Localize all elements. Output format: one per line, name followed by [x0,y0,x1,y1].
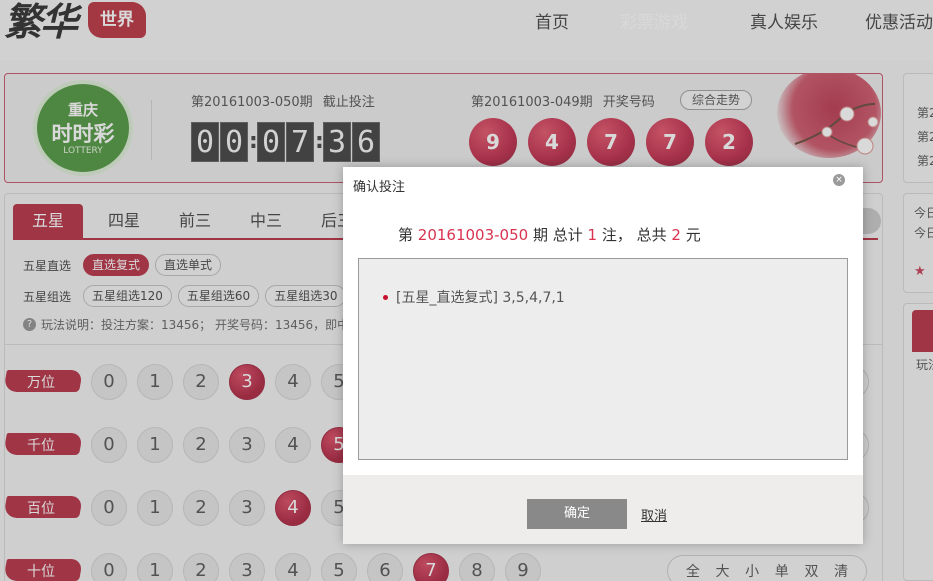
bet-detail-text: [五星_直选复式] 3,5,4,7,1 [396,290,565,306]
confirm-button[interactable]: 确定 [527,499,627,529]
bet-detail-item: [五星_直选复式] 3,5,4,7,1 [383,287,565,307]
summary-text: 期 总计 [532,226,583,244]
summary-amount: 2 [671,226,681,244]
dialog-footer: 确定 取消 [343,475,863,544]
confirm-bet-dialog: 确认投注 × 第 20161003-050 期 总计 1 注， 总共 2 元 [… [343,167,863,544]
close-icon[interactable]: × [833,174,845,186]
summary-suffix: 元 [685,226,701,244]
summary-count: 1 [587,226,598,244]
bet-summary: 第 20161003-050 期 总计 1 注， 总共 2 元 [398,224,701,245]
bet-detail-list: [五星_直选复式] 3,5,4,7,1 [358,258,848,460]
summary-text: 注， 总共 [601,226,667,244]
dialog-title: 确认投注 [353,180,406,195]
summary-period: 20161003-050 [417,226,529,244]
summary-prefix: 第 [398,226,414,244]
bullet-icon [383,294,388,300]
cancel-link[interactable]: 取消 [641,505,667,524]
